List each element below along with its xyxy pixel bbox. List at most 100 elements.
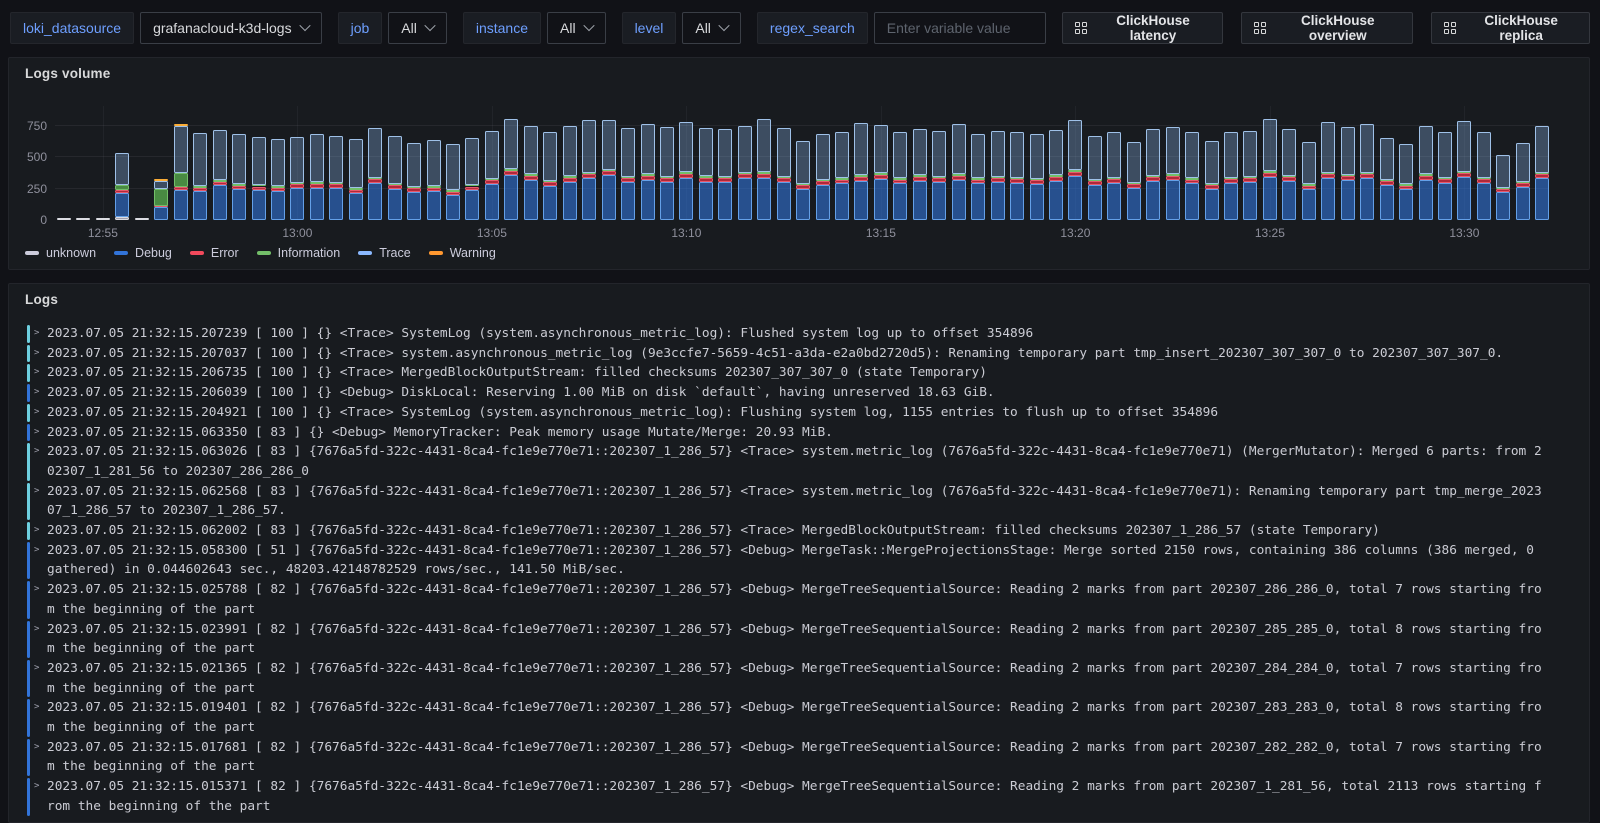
log-row[interactable]: >2023.07.05 21:32:15.058300 [ 51 ] {7676… xyxy=(27,541,1544,580)
bar-segment-unknown[interactable] xyxy=(135,218,149,220)
log-row[interactable]: >2023.07.05 21:32:15.017681 [ 82 ] {7676… xyxy=(27,738,1544,777)
bar-segment-error[interactable] xyxy=(796,185,810,189)
bar-segment-error[interactable] xyxy=(1049,177,1063,181)
bar-segment-debug[interactable] xyxy=(893,183,907,220)
bar-segment-trace[interactable] xyxy=(699,128,713,176)
bar-segment-information[interactable] xyxy=(504,169,518,171)
bar-segment-debug[interactable] xyxy=(1010,183,1024,220)
bar-segment-debug[interactable] xyxy=(1107,183,1121,220)
bar-segment-debug[interactable] xyxy=(1088,185,1102,220)
bar-segment-error[interactable] xyxy=(718,178,732,182)
bar-segment-trace[interactable] xyxy=(1438,132,1452,178)
bar-segment-error[interactable] xyxy=(893,180,907,184)
bar-segment-unknown[interactable] xyxy=(96,218,110,220)
bar-segment-trace[interactable] xyxy=(271,139,285,186)
bar-segment-trace[interactable] xyxy=(427,140,441,186)
bar-segment-trace[interactable] xyxy=(641,124,655,174)
expand-log-icon[interactable]: > xyxy=(30,383,47,403)
bar-segment-error[interactable] xyxy=(952,176,966,180)
bar-segment-debug[interactable] xyxy=(329,188,343,220)
bar-segment-trace[interactable] xyxy=(874,125,888,174)
bar-segment-debug[interactable] xyxy=(485,184,499,220)
bar-segment-error[interactable] xyxy=(290,184,304,188)
bar-segment-debug[interactable] xyxy=(641,180,655,220)
bar-segment-trace[interactable] xyxy=(1205,141,1219,183)
bar-segment-error[interactable] xyxy=(1438,179,1452,183)
bar-segment-debug[interactable] xyxy=(1185,183,1199,220)
bar-segment-error[interactable] xyxy=(407,188,421,191)
bar-segment-debug[interactable] xyxy=(757,178,771,220)
panel-title-logs[interactable]: Logs xyxy=(9,284,1589,307)
bar-segment-error[interactable] xyxy=(777,178,791,182)
bar-segment-trace[interactable] xyxy=(1030,134,1044,179)
bar-segment-debug[interactable] xyxy=(1205,189,1219,221)
bar-segment-debug[interactable] xyxy=(932,182,946,220)
bar-segment-trace[interactable] xyxy=(465,138,479,185)
bar-segment-debug[interactable] xyxy=(349,193,363,220)
expand-log-icon[interactable]: > xyxy=(30,324,47,344)
bar-segment-debug[interactable] xyxy=(718,182,732,220)
bar-segment-trace[interactable] xyxy=(1457,121,1471,171)
bar-segment-debug[interactable] xyxy=(524,180,538,220)
bar-segment-debug[interactable] xyxy=(699,182,713,220)
expand-log-icon[interactable]: > xyxy=(30,423,47,443)
bar-segment-error[interactable] xyxy=(757,174,771,178)
bar-segment-trace[interactable] xyxy=(777,128,791,177)
bar-segment-error[interactable] xyxy=(932,178,946,182)
bar-segment-trace[interactable] xyxy=(407,143,421,188)
expand-log-icon[interactable]: > xyxy=(30,580,47,619)
expand-log-icon[interactable]: > xyxy=(30,698,47,737)
variable-select-job[interactable]: All xyxy=(388,12,447,44)
bar-segment-warning[interactable] xyxy=(174,124,188,126)
bar-segment-trace[interactable] xyxy=(971,134,985,178)
bar-segment-error[interactable] xyxy=(232,186,246,190)
expand-log-icon[interactable]: > xyxy=(30,482,47,521)
bar-segment-error[interactable] xyxy=(349,190,363,193)
bar-segment-error[interactable] xyxy=(1399,186,1413,190)
bar-segment-debug[interactable] xyxy=(465,190,479,220)
bar-segment-trace[interactable] xyxy=(738,126,752,173)
bar-segment-trace[interactable] xyxy=(1535,126,1549,173)
bar-segment-trace[interactable] xyxy=(193,133,207,186)
bar-segment-information[interactable] xyxy=(1263,171,1277,173)
bar-segment-debug[interactable] xyxy=(193,191,207,220)
expand-log-icon[interactable]: > xyxy=(30,521,47,541)
bar-segment-error[interactable] xyxy=(602,171,616,175)
log-row[interactable]: >2023.07.05 21:32:15.207239 [ 100 ] {} <… xyxy=(27,324,1544,344)
bar-segment-error[interactable] xyxy=(524,176,538,180)
log-row[interactable]: >2023.07.05 21:32:15.063350 [ 83 ] {} <D… xyxy=(27,423,1544,443)
bar-segment-debug[interactable] xyxy=(1477,183,1491,220)
bar-segment-error[interactable] xyxy=(1380,181,1394,185)
bar-segment-error[interactable] xyxy=(1516,183,1530,187)
bar-segment-error[interactable] xyxy=(582,174,596,178)
clickhouse-latency-link-button[interactable]: ClickHouse latency xyxy=(1062,12,1224,44)
bar-segment-error[interactable] xyxy=(1243,178,1257,182)
bar-segment-information[interactable] xyxy=(115,185,129,190)
bar-segment-trace[interactable] xyxy=(932,131,946,177)
bar-segment-trace[interactable] xyxy=(368,128,382,178)
bar-segment-trace[interactable] xyxy=(1088,136,1102,179)
bar-segment-trace[interactable] xyxy=(446,144,460,190)
bar-segment-debug[interactable] xyxy=(1399,189,1413,220)
bar-segment-error[interactable] xyxy=(835,180,849,184)
expand-log-icon[interactable]: > xyxy=(30,344,47,364)
bar-segment-debug[interactable] xyxy=(1380,185,1394,220)
legend-item-information[interactable]: Information xyxy=(257,246,341,260)
bar-segment-error[interactable] xyxy=(1263,173,1277,177)
bar-segment-debug[interactable] xyxy=(874,179,888,220)
bar-segment-debug[interactable] xyxy=(1263,177,1277,220)
bar-segment-information[interactable] xyxy=(913,175,927,177)
bar-segment-debug[interactable] xyxy=(446,195,460,220)
bar-segment-trace[interactable] xyxy=(893,132,907,179)
bar-segment-error[interactable] xyxy=(1127,184,1141,188)
bar-segment-error[interactable] xyxy=(816,181,830,185)
variable-select-level[interactable]: All xyxy=(682,12,741,44)
bar-segment-debug[interactable] xyxy=(154,207,168,220)
bar-segment-trace[interactable] xyxy=(952,124,966,174)
bar-segment-debug[interactable] xyxy=(913,181,927,220)
bar-segment-debug[interactable] xyxy=(854,181,868,220)
bar-segment-trace[interactable] xyxy=(816,134,830,179)
bar-segment-information[interactable] xyxy=(154,189,168,206)
bar-segment-debug[interactable] xyxy=(1419,180,1433,220)
bar-segment-debug[interactable] xyxy=(252,190,266,220)
